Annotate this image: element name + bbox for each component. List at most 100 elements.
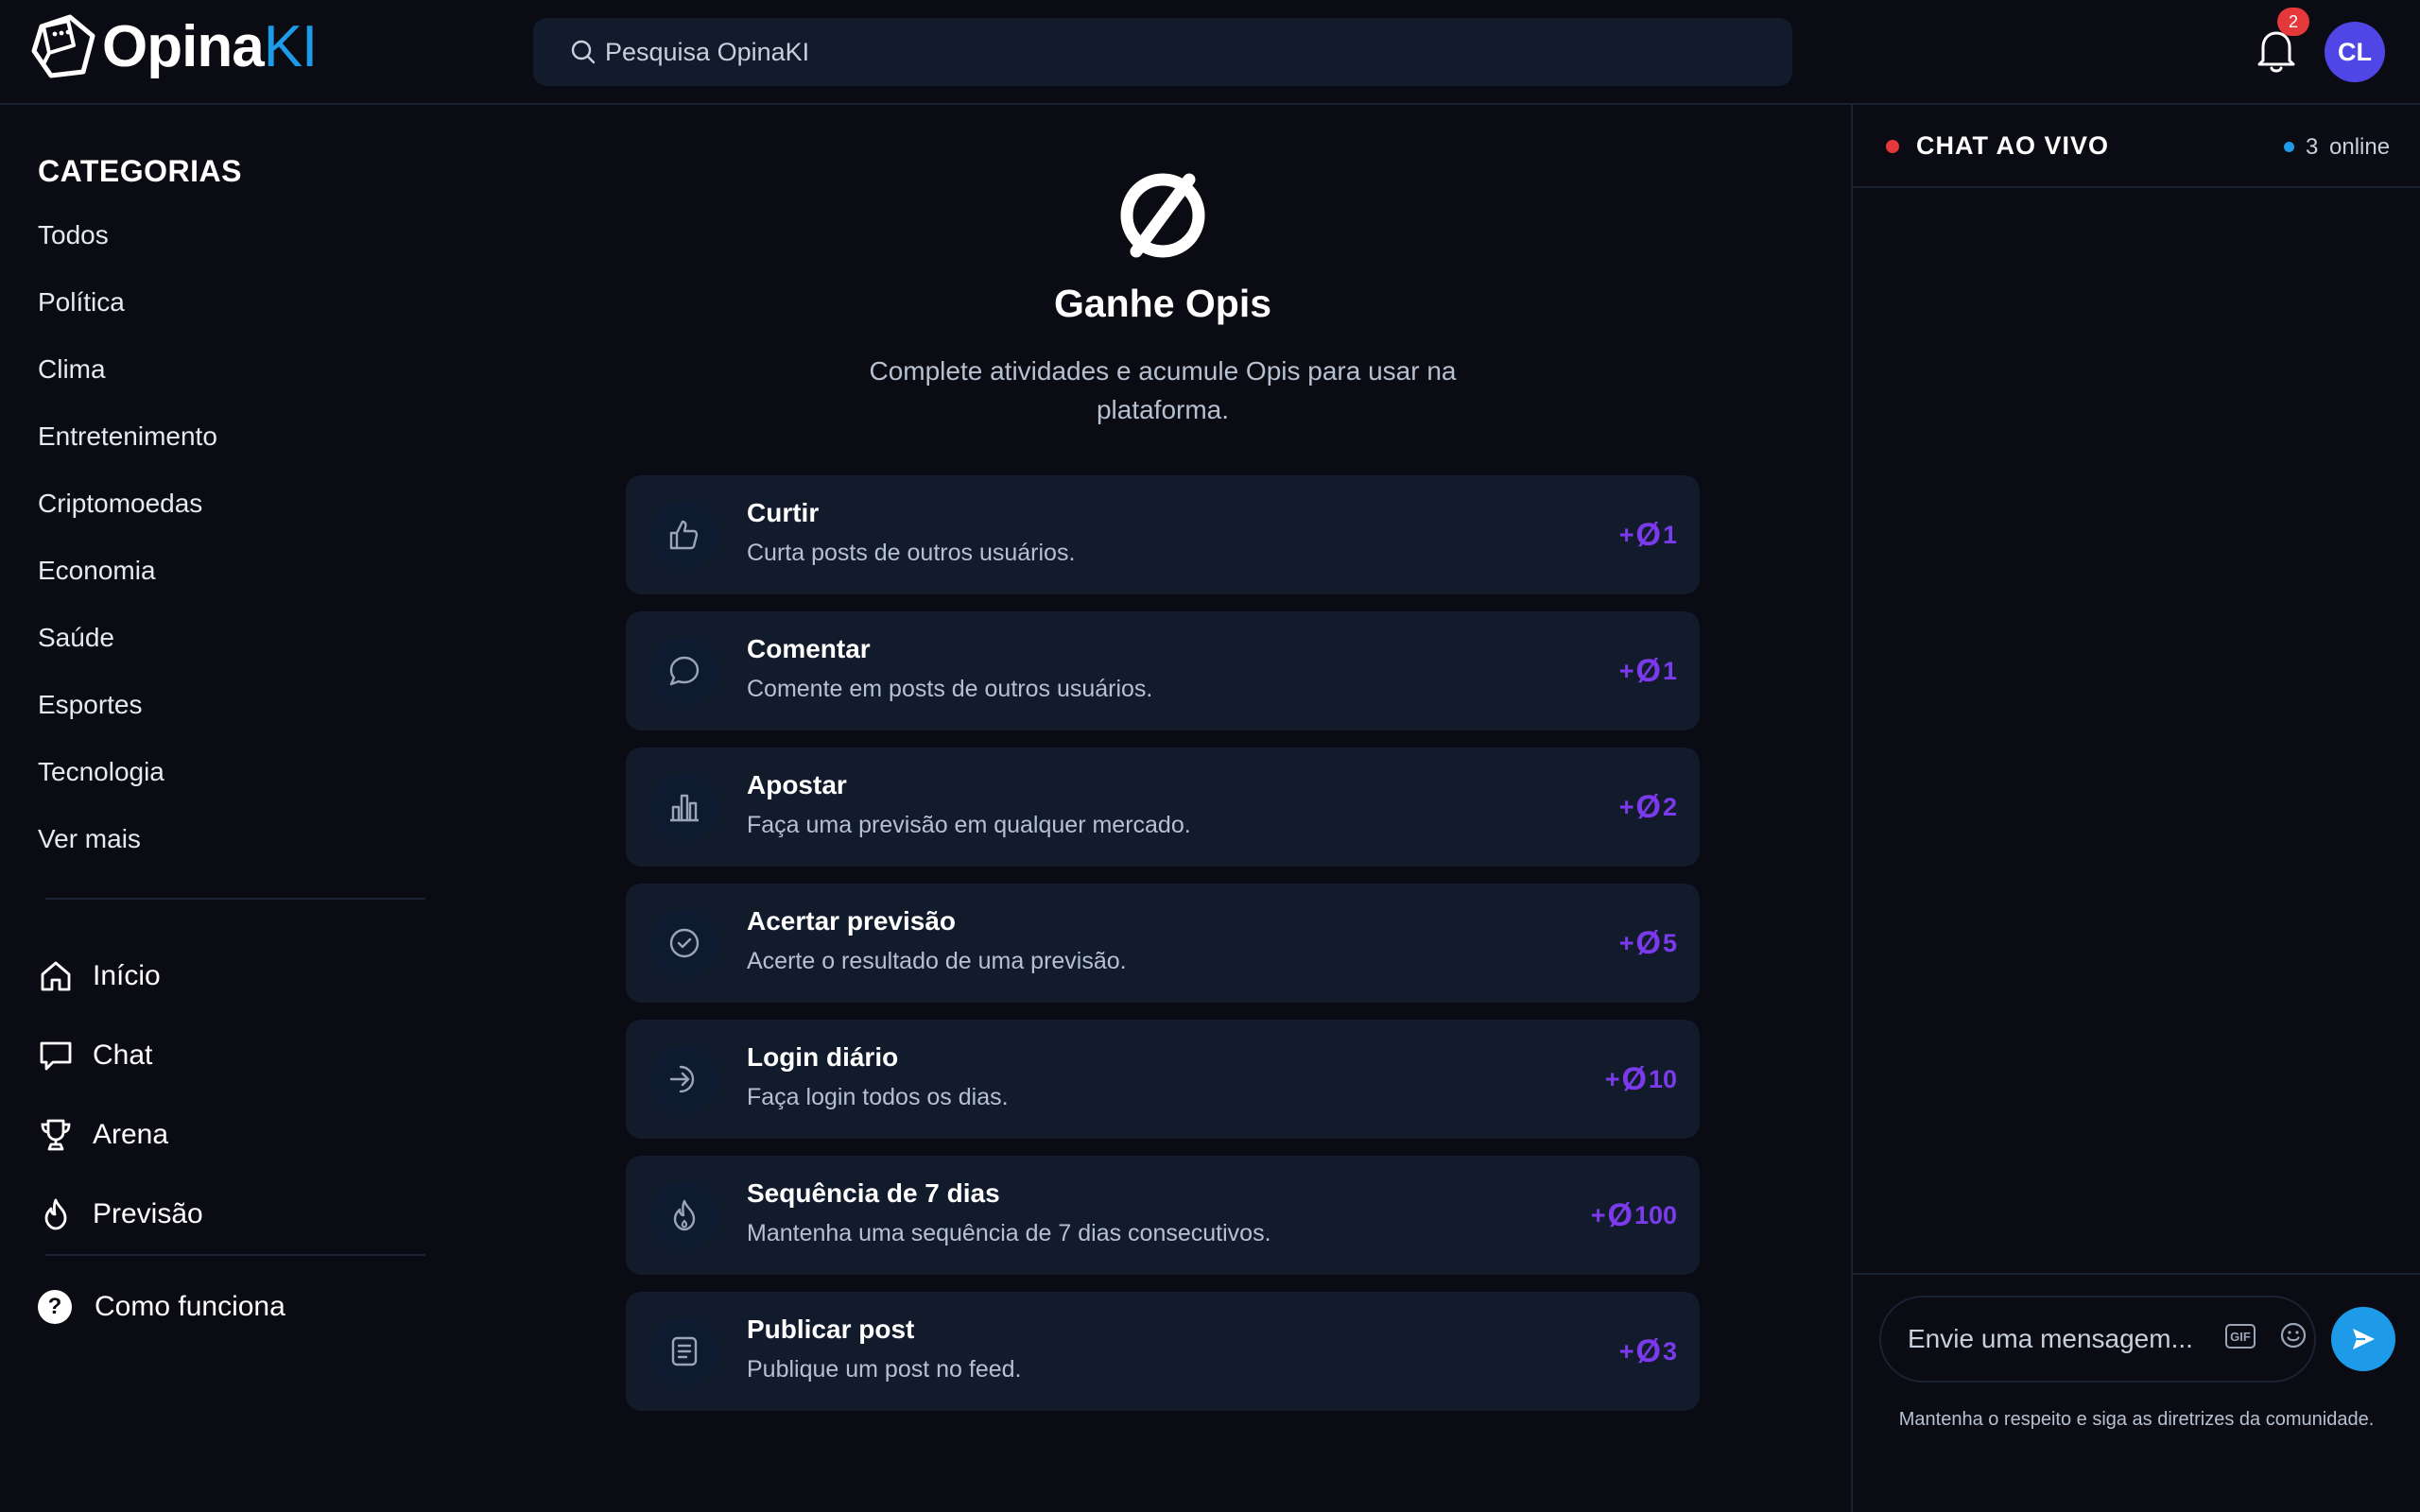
search-icon [571,40,596,64]
sidebar-divider [45,898,425,900]
task-reward: + Ø 1 [1618,517,1677,553]
category-item-clima[interactable]: Clima [38,354,217,421]
task-icon-wrap [650,1045,718,1113]
online-label: online [2329,134,2391,160]
opis-symbol: Ø [1635,517,1661,553]
task-card[interactable]: Publicar post Publique um post no feed. … [626,1292,1700,1411]
sidebar-divider [45,1254,425,1256]
chat-icon [40,1041,72,1071]
task-reward: + Ø 2 [1618,789,1677,825]
opis-coin-icon [1120,173,1205,258]
nav-item-previsao[interactable]: Previsão [38,1175,203,1254]
task-card[interactable]: Acertar previsão Acerte o resultado de u… [626,884,1700,1003]
opinaki-logo[interactable]: OpinaKI [30,13,318,81]
task-card[interactable]: Sequência de 7 dias Mantenha uma sequênc… [626,1156,1700,1275]
flame-icon [44,1198,67,1230]
user-avatar[interactable]: CL [2325,22,2385,82]
login-arrow-icon [669,1065,695,1093]
task-list: Curtir Curta posts de outros usuários. +… [626,475,1700,1428]
task-card[interactable]: Login diário Faça login todos os dias. +… [626,1020,1700,1139]
opis-symbol: Ø [1635,925,1661,961]
task-reward: + Ø 10 [1604,1061,1677,1097]
task-card[interactable]: Curtir Curta posts de outros usuários. +… [626,475,1700,594]
chat-guidelines-note: Mantenha o respeito e siga as diretrizes… [1898,1409,2375,1430]
task-reward: + Ø 3 [1618,1333,1677,1369]
comment-icon [669,656,700,686]
category-item-politica[interactable]: Política [38,287,217,354]
online-count: 3 [2306,134,2319,160]
chat-input-divider [1853,1273,2420,1275]
home-icon [41,961,71,991]
category-item-economia[interactable]: Economia [38,556,217,623]
emoji-icon[interactable] [2278,1320,2308,1350]
task-icon-wrap [650,1317,718,1385]
how-it-works-link[interactable]: ? Como funciona [38,1290,285,1324]
gif-button[interactable]: GIF [2225,1324,2256,1349]
nav-item-arena[interactable]: Arena [38,1095,203,1175]
task-title: Comentar [747,634,871,663]
bar-chart-icon [670,794,699,822]
send-message-button[interactable] [2331,1307,2395,1371]
category-list: Todos Política Clima Entretenimento Crip… [38,220,217,891]
chat-title: CHAT AO VIVO [1916,131,2110,160]
task-reward: + Ø 5 [1618,925,1677,961]
top-header: OpinaKI 2 CL [0,0,2420,105]
task-icon-wrap [650,1181,718,1249]
nav-item-inicio[interactable]: Início [38,936,203,1016]
task-description: Comente em posts de outros usuários. [747,676,1153,702]
categories-heading: CATEGORIAS [38,154,242,188]
opis-symbol: Ø [1635,1333,1661,1369]
chat-header: CHAT AO VIVO 3 online [1853,105,2420,188]
task-icon-wrap [650,637,718,705]
reward-amount: 5 [1662,929,1677,957]
live-indicator-dot [1886,140,1899,153]
logo-text-main: Opina [102,14,265,79]
category-item-saude[interactable]: Saúde [38,623,217,690]
flame-icon [673,1199,696,1231]
nav-item-chat[interactable]: Chat [38,1016,203,1095]
online-indicator-dot [2284,142,2294,152]
task-description: Publique um post no feed. [747,1356,1022,1383]
search-bar[interactable] [533,18,1792,86]
task-card[interactable]: Apostar Faça uma previsão em qualquer me… [626,747,1700,867]
task-icon-wrap [650,773,718,841]
category-item-todos[interactable]: Todos [38,220,217,287]
main-nav: Início Chat Arena Previsão [38,936,203,1254]
left-sidebar: CATEGORIAS Todos Política Clima Entreten… [0,105,454,1512]
chat-message-box[interactable]: GIF [1879,1296,2316,1383]
opis-symbol: Ø [1607,1197,1633,1233]
thumbs-up-icon [669,520,699,550]
category-item-criptomoedas[interactable]: Criptomoedas [38,489,217,556]
reward-amount: 1 [1662,521,1677,549]
category-item-entretenimento[interactable]: Entretenimento [38,421,217,489]
task-title: Login diário [747,1042,899,1072]
opis-symbol: Ø [1621,1061,1647,1097]
task-description: Mantenha uma sequência de 7 dias consecu… [747,1220,1271,1246]
live-chat-panel: CHAT AO VIVO 3 online GIF Mantenha o res… [1851,105,2420,1512]
category-item-esportes[interactable]: Esportes [38,690,217,757]
reward-amount: 2 [1662,793,1677,821]
notification-count-badge: 2 [2277,8,2309,36]
reward-amount: 1 [1662,657,1677,685]
task-card[interactable]: Comentar Comente em posts de outros usuá… [626,611,1700,730]
logo-wordmark: OpinaKI [102,18,318,77]
task-description: Faça uma previsão em qualquer mercado. [747,812,1191,838]
task-title: Acertar previsão [747,906,957,936]
trophy-icon [41,1119,71,1151]
task-description: Acerte o resultado de uma previsão. [747,948,1127,974]
send-icon [2353,1329,2375,1349]
reward-amount: 3 [1662,1337,1677,1366]
how-it-works-label: Como funciona [95,1291,285,1322]
category-item-tecnologia[interactable]: Tecnologia [38,757,217,824]
task-icon-wrap [650,909,718,977]
logo-mark-icon [31,14,95,78]
check-circle-icon [669,928,700,958]
task-reward: + Ø 1 [1618,653,1677,689]
chat-message-input[interactable] [1908,1324,2201,1354]
category-item-ver-mais[interactable]: Ver mais [38,824,217,891]
task-icon-wrap [650,501,718,569]
task-title: Sequência de 7 dias [747,1178,1000,1208]
reward-amount: 100 [1634,1201,1677,1229]
nav-label-chat: Chat [93,1040,153,1071]
search-input[interactable] [605,37,1739,67]
